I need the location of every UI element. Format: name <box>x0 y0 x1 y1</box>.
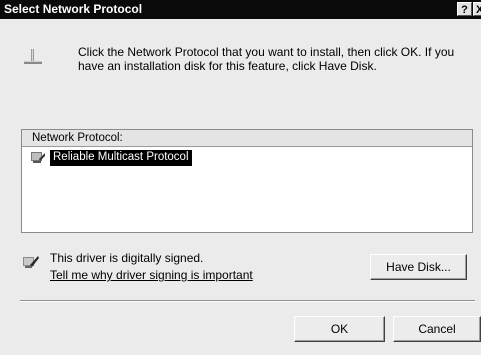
close-button[interactable]: X <box>473 2 481 16</box>
driver-signing-link[interactable]: Tell me why driver signing is important <box>50 268 253 282</box>
help-button[interactable]: ? <box>457 2 472 16</box>
dialog-title: Select Network Protocol <box>4 2 143 16</box>
have-disk-button[interactable]: Have Disk... <box>370 254 467 280</box>
title-bar[interactable]: Select Network Protocol ? X <box>0 0 481 19</box>
list-column-header[interactable]: Network Protocol: <box>22 130 472 147</box>
instruction-text: Click the Network Protocol that you want… <box>78 45 455 73</box>
network-protocol-list[interactable]: Network Protocol: Reliable Multicast Pro… <box>21 129 473 233</box>
cancel-button[interactable]: Cancel <box>393 316 481 342</box>
separator <box>20 300 475 302</box>
network-protocol-icon <box>24 49 42 64</box>
signed-driver-icon <box>23 256 39 268</box>
select-network-protocol-dialog: Select Network Protocol ? X Click the Ne… <box>0 0 481 355</box>
signing-status-text: This driver is digitally signed. <box>50 251 204 265</box>
ok-button[interactable]: OK <box>294 316 385 342</box>
list-item-label: Reliable Multicast Protocol <box>50 150 192 166</box>
list-header-label: Network Protocol: <box>32 132 123 144</box>
protocol-icon <box>31 152 45 163</box>
